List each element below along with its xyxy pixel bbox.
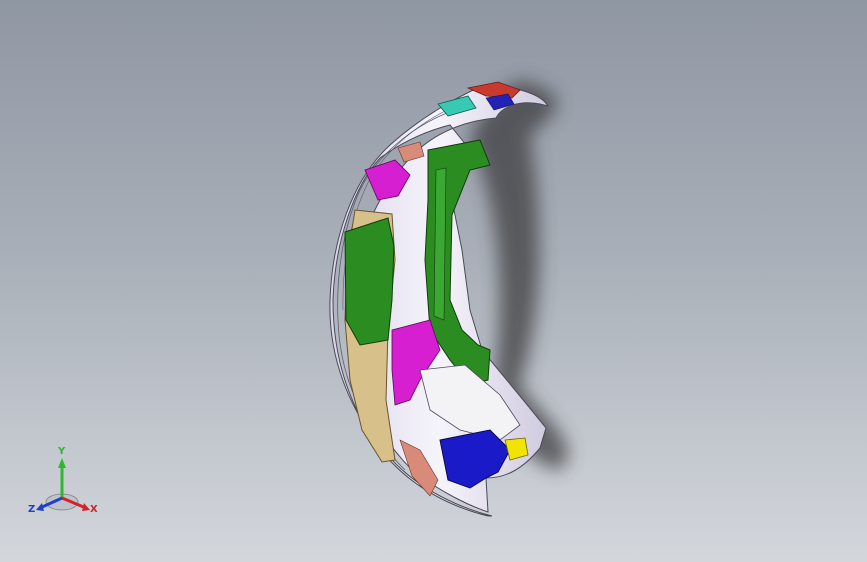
green-beam-left[interactable] xyxy=(344,217,395,346)
y-axis-label: Y xyxy=(58,446,66,457)
z-axis-label: Z xyxy=(28,504,36,515)
coordinate-triad: Y X Z xyxy=(22,446,108,528)
x-axis-head xyxy=(82,503,90,511)
3d-viewport[interactable]: Y X Z xyxy=(0,0,867,562)
x-axis-label: X xyxy=(90,504,98,515)
bumper-model[interactable] xyxy=(0,0,867,562)
green-reinforcement-inner xyxy=(433,167,447,321)
z-axis-head xyxy=(36,503,44,511)
y-axis-head xyxy=(58,458,66,468)
triad-graphic xyxy=(36,458,90,511)
